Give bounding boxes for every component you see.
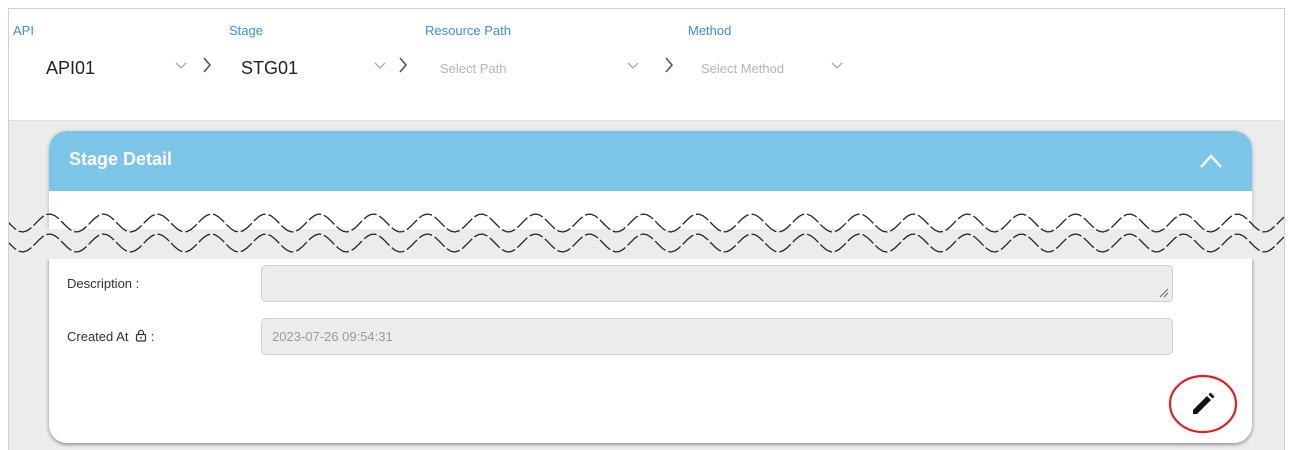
method-selector-placeholder: Select Method [701, 61, 785, 76]
stage-selector-label: Stage [229, 23, 263, 38]
pencil-icon [1193, 392, 1215, 414]
method-selector[interactable]: Method Select Method [684, 9, 874, 121]
stage-selector[interactable]: Stage STG01 [224, 9, 404, 121]
api-stage-panel: API API01 Stage STG01 Resource Path Sele… [8, 8, 1285, 450]
api-selector[interactable]: API API01 [9, 9, 209, 121]
api-selector-label: API [13, 23, 34, 38]
resource-path-selector-placeholder: Select Path [440, 61, 507, 76]
description-label: Description : [67, 276, 140, 291]
chevron-down-icon[interactable] [626, 55, 640, 75]
created-at-label-suffix: : [150, 329, 155, 344]
created-at-label-text: Created At [67, 329, 129, 344]
lock-icon [135, 329, 147, 342]
created-at-field: 2023-07-26 09:54:31 [261, 318, 1173, 355]
stage-detail-body: Description : Created At : 2023-07-26 09… [49, 259, 1252, 443]
break-indicator-icon [9, 213, 1284, 253]
selector-bar: API API01 Stage STG01 Resource Path Sele… [9, 9, 1284, 121]
chevron-right-icon [399, 57, 408, 73]
chevron-down-icon[interactable] [373, 55, 387, 75]
chevron-down-icon[interactable] [830, 55, 844, 75]
resource-path-selector-label: Resource Path [425, 23, 511, 38]
stage-selector-value: STG01 [241, 58, 299, 78]
resource-path-selector[interactable]: Resource Path Select Path [419, 9, 659, 121]
chevron-right-icon [203, 57, 212, 73]
chevron-up-icon[interactable] [1196, 148, 1226, 174]
edit-button[interactable] [1167, 373, 1239, 435]
api-selector-value: API01 [46, 58, 96, 78]
card-header[interactable]: Stage Detail [49, 131, 1252, 191]
chevron-right-icon [665, 57, 674, 73]
description-field[interactable] [261, 265, 1173, 302]
resize-grip-icon[interactable] [1159, 288, 1169, 298]
card-title: Stage Detail [69, 149, 173, 169]
created-at-value: 2023-07-26 09:54:31 [272, 329, 393, 344]
chevron-down-icon[interactable] [174, 55, 188, 75]
method-selector-label: Method [688, 23, 732, 38]
created-at-label: Created At : [67, 329, 154, 344]
